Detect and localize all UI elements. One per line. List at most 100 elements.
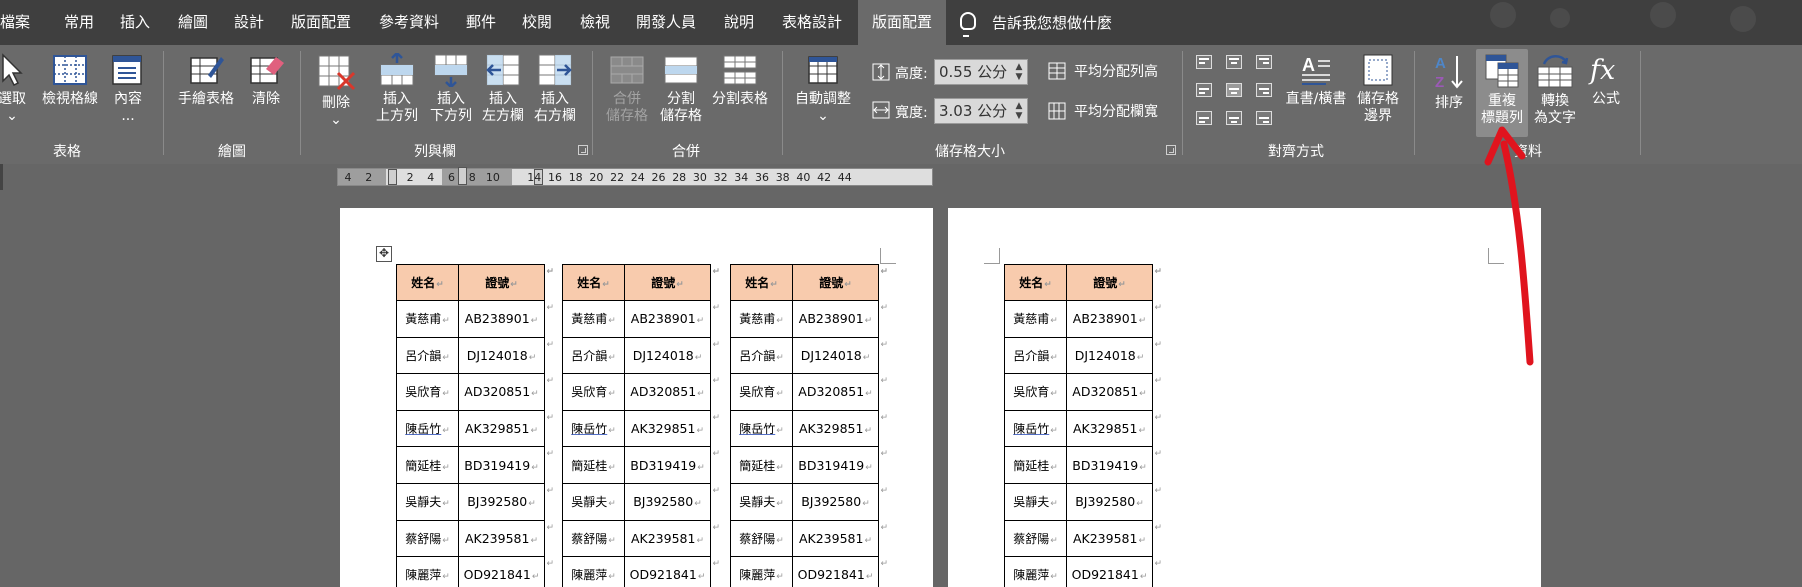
tab-home[interactable]: 常用: [64, 0, 94, 45]
cell-name[interactable]: 呂介韻↵: [730, 336, 793, 375]
align-bottom-right-icon[interactable]: [1256, 111, 1272, 125]
cell-id[interactable]: BJ392580↵ ↵: [624, 482, 720, 521]
cell-id[interactable]: AK329851↵ ↵: [792, 409, 888, 448]
cell-id[interactable]: AD320851↵ ↵: [792, 373, 888, 411]
merge-cells-button[interactable]: 合併 儲存格: [602, 53, 652, 125]
cell-margins-button[interactable]: 儲存格 邊界: [1352, 53, 1404, 125]
cell-id[interactable]: BJ392580↵ ↵: [792, 482, 888, 521]
insert-right-button[interactable]: 插入 右方欄: [530, 53, 580, 125]
cell-name[interactable]: 黃慈甫↵: [730, 300, 793, 338]
delete-button[interactable]: 刪除 ⌄: [312, 53, 360, 129]
cell-id[interactable]: OD921841↵ ↵: [1066, 556, 1162, 587]
cell-id[interactable]: AK239581↵ ↵: [1066, 519, 1162, 558]
cell-id[interactable]: AK329851↵ ↵: [458, 409, 554, 448]
cell-name[interactable]: 簡延桂↵: [396, 446, 459, 484]
cell-id[interactable]: AD320851↵ ↵: [624, 373, 720, 411]
cell-id[interactable]: AK239581↵ ↵: [792, 519, 888, 558]
align-middle-center-icon[interactable]: [1226, 83, 1242, 97]
align-middle-right-icon[interactable]: [1256, 83, 1272, 97]
text-direction-button[interactable]: A 直書/橫書: [1280, 53, 1352, 108]
cell-id[interactable]: AB238901↵ ↵: [624, 300, 720, 338]
cell-id[interactable]: AK239581↵ ↵: [624, 519, 720, 558]
cell-id[interactable]: AB238901↵ ↵: [792, 300, 888, 338]
cell-name[interactable]: 陳岳竹↵: [1004, 409, 1067, 448]
cell-id[interactable]: OD921841↵ ↵: [792, 556, 888, 587]
column-width-input[interactable]: 3.03 公分 ▲ ▼: [934, 98, 1028, 124]
cell-name[interactable]: 陳岳竹↵: [396, 409, 459, 448]
ruler-column-marker[interactable]: [388, 169, 397, 185]
cell-name[interactable]: 陳麗萍↵: [1004, 556, 1067, 587]
tab-developer[interactable]: 開發人員: [636, 0, 696, 45]
cell-id[interactable]: AD320851↵ ↵: [458, 373, 554, 411]
tab-file[interactable]: 檔案: [0, 0, 30, 45]
header-cell-name[interactable]: 姓名↵: [1004, 264, 1067, 301]
header-cell-name[interactable]: 姓名↵: [396, 264, 459, 301]
tab-layout[interactable]: 版面配置: [291, 0, 351, 45]
cell-name[interactable]: 呂介韻↵: [396, 336, 459, 375]
insert-above-button[interactable]: 插入 上方列: [372, 53, 422, 125]
cell-id[interactable]: BD319419↵ ↵: [624, 446, 720, 484]
cell-name[interactable]: 陳岳竹↵: [562, 409, 625, 448]
distribute-columns-button[interactable]: 平均分配欄寬: [1048, 101, 1158, 121]
align-top-center-icon[interactable]: [1226, 55, 1242, 69]
draw-table-button[interactable]: 手繪表格: [174, 53, 238, 108]
cell-id[interactable]: BJ392580↵ ↵: [1066, 482, 1162, 521]
tab-review[interactable]: 校閱: [522, 0, 552, 45]
cell-name[interactable]: 吳靜夫↵: [396, 482, 459, 521]
tab-insert[interactable]: 插入: [120, 0, 150, 45]
cell-size-dialog-launcher[interactable]: [1166, 145, 1176, 155]
distribute-rows-button[interactable]: 平均分配列高: [1048, 61, 1158, 81]
cell-id[interactable]: BD319419↵ ↵: [1066, 446, 1162, 484]
cell-id[interactable]: AD320851↵ ↵: [1066, 373, 1162, 411]
select-button[interactable]: 選取 ⌄: [0, 53, 30, 125]
insert-left-button[interactable]: 插入 左方欄: [478, 53, 528, 125]
cell-name[interactable]: 陳岳竹↵: [730, 409, 793, 448]
cell-name[interactable]: 簡延桂↵: [562, 446, 625, 484]
tab-table-design[interactable]: 表格設計: [782, 0, 842, 45]
cell-name[interactable]: 蔡舒陽↵: [396, 519, 459, 558]
cell-name[interactable]: 陳麗萍↵: [396, 556, 459, 587]
header-cell-name[interactable]: 姓名↵: [730, 264, 793, 301]
cell-id[interactable]: DJ124018↵ ↵: [1066, 336, 1162, 375]
spinner-arrows-icon[interactable]: ▲ ▼: [1013, 62, 1025, 82]
cell-name[interactable]: 吳欣育↵: [1004, 373, 1067, 411]
view-gridlines-button[interactable]: 檢視格線: [38, 53, 102, 108]
header-cell-id[interactable]: 證號↵ ↵: [792, 264, 888, 301]
header-cell-id[interactable]: 證號↵ ↵: [1066, 264, 1162, 301]
align-bottom-center-icon[interactable]: [1226, 111, 1242, 125]
cell-id[interactable]: OD921841↵ ↵: [458, 556, 554, 587]
header-cell-id[interactable]: 證號↵ ↵: [624, 264, 720, 301]
cell-id[interactable]: BJ392580↵ ↵: [458, 482, 554, 521]
row-height-input[interactable]: 0.55 公分 ▲ ▼: [934, 59, 1028, 85]
tab-draw[interactable]: 繪圖: [178, 0, 208, 45]
header-cell-id[interactable]: 證號↵ ↵: [458, 264, 554, 301]
cell-id[interactable]: AB238901↵ ↵: [458, 300, 554, 338]
horizontal-ruler[interactable]: 4 2 2 4 6 8 10 14 16 18 20 22 24 26 28 30 32 34 36 38 40 42 44: [337, 167, 933, 186]
header-cell-name[interactable]: 姓名↵: [562, 264, 625, 301]
cell-id[interactable]: DJ124018↵ ↵: [458, 336, 554, 375]
cell-name[interactable]: 蔡舒陽↵: [562, 519, 625, 558]
formula-button[interactable]: fx 公式: [1584, 53, 1628, 108]
properties-button[interactable]: 內容...: [106, 53, 150, 125]
cell-name[interactable]: 蔡舒陽↵: [1004, 519, 1067, 558]
cell-name[interactable]: 簡延桂↵: [730, 446, 793, 484]
cell-id[interactable]: AK329851↵ ↵: [1066, 409, 1162, 448]
align-middle-left-icon[interactable]: [1196, 83, 1212, 97]
cell-name[interactable]: 吳欣育↵: [730, 373, 793, 411]
table-move-handle-icon[interactable]: ✥: [376, 246, 392, 262]
eraser-button[interactable]: 清除: [246, 53, 286, 108]
tab-help[interactable]: 說明: [724, 0, 754, 45]
cell-name[interactable]: 黃慈甫↵: [562, 300, 625, 338]
cell-id[interactable]: AB238901↵ ↵: [1066, 300, 1162, 338]
cell-id[interactable]: AK239581↵ ↵: [458, 519, 554, 558]
align-top-right-icon[interactable]: [1256, 55, 1272, 69]
cell-name[interactable]: 吳靜夫↵: [1004, 482, 1067, 521]
cell-name[interactable]: 吳靜夫↵: [562, 482, 625, 521]
cell-name[interactable]: 陳麗萍↵: [562, 556, 625, 587]
cell-name[interactable]: 黃慈甫↵: [396, 300, 459, 338]
cell-id[interactable]: AK329851↵ ↵: [624, 409, 720, 448]
cell-id[interactable]: OD921841↵ ↵: [624, 556, 720, 587]
tell-me-search[interactable]: 告訴我您想做什麼: [958, 0, 1112, 45]
cell-name[interactable]: 蔡舒陽↵: [730, 519, 793, 558]
cell-name[interactable]: 簡延桂↵: [1004, 446, 1067, 484]
